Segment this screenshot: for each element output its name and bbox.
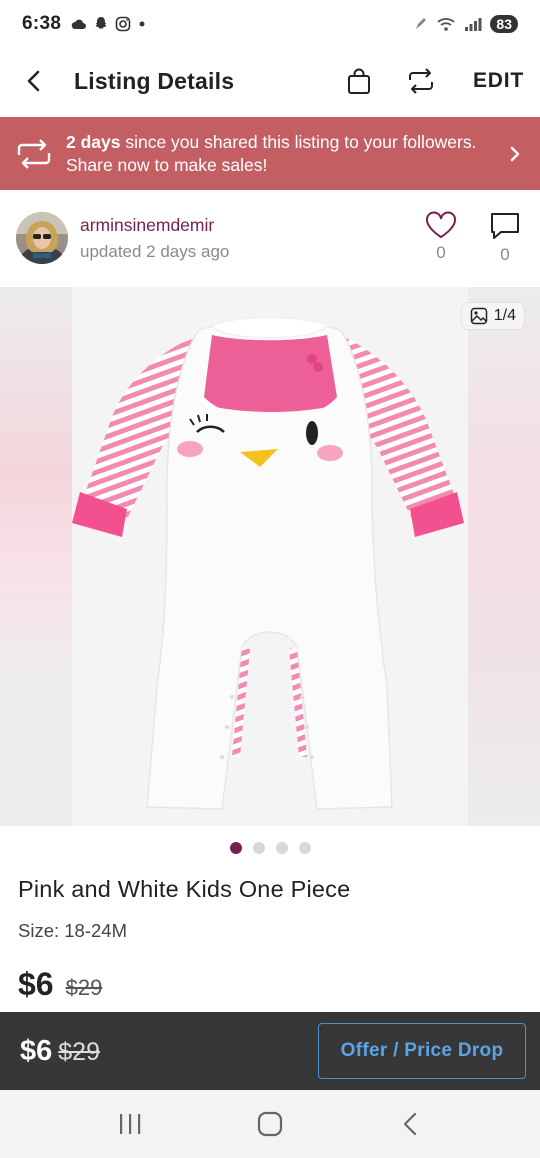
carousel-dot-2[interactable] — [252, 842, 265, 854]
page-title: Listing Details — [74, 67, 235, 94]
listing-image-carousel[interactable]: 1/4 — [0, 287, 540, 826]
chevron-right-icon — [504, 145, 526, 163]
image-blur-left — [0, 287, 72, 826]
seller-row: arminsinemdemir updated 2 days ago 0 0 — [0, 190, 540, 286]
dot-icon — [139, 21, 145, 27]
banner-message: 2 days since you shared this listing to … — [66, 131, 504, 177]
carousel-dots — [0, 842, 540, 854]
like-count: 0 — [436, 243, 446, 262]
share-button[interactable] — [403, 63, 439, 99]
current-price: $6 — [18, 966, 54, 1002]
action-bar-original-price: $29 — [58, 1037, 100, 1066]
product-size: Size: 18-24M — [18, 920, 127, 941]
photo-counter-text: 1/4 — [493, 307, 516, 324]
product-title: Pink and White Kids One Piece — [18, 876, 351, 902]
image-blur-right — [468, 287, 540, 826]
back-chevron-icon — [27, 70, 40, 92]
share-icon — [14, 134, 54, 174]
header: Listing Details EDIT — [0, 48, 540, 114]
original-price: $29 — [65, 975, 103, 1000]
seller-username[interactable]: arminsinemdemir — [80, 215, 229, 236]
recent-apps-icon — [120, 1114, 141, 1134]
heart-icon — [426, 211, 456, 239]
status-system-icons: 83 — [414, 15, 518, 33]
comment-count: 0 — [500, 245, 510, 264]
carousel-dot-4[interactable] — [298, 842, 311, 854]
back-button[interactable] — [16, 63, 52, 99]
gallery-icon — [470, 307, 487, 325]
seller-info: arminsinemdemir updated 2 days ago — [80, 215, 229, 262]
status-bar: 6:38 83 — [0, 0, 540, 48]
carousel-dot-3[interactable] — [275, 842, 288, 854]
listing-stats: 0 0 — [422, 211, 524, 265]
battery-icon: 83 — [490, 15, 518, 33]
signal-icon — [465, 18, 482, 31]
carousel-dot-1[interactable] — [229, 842, 242, 854]
banner-text: since you shared this listing to your fo… — [66, 131, 477, 175]
listing-updated-time: updated 2 days ago — [80, 241, 230, 261]
recent-apps-button[interactable] — [100, 1102, 160, 1146]
avatar[interactable] — [16, 212, 68, 264]
cart-button[interactable] — [341, 63, 377, 99]
home-button[interactable] — [240, 1102, 300, 1146]
listing-photo[interactable] — [72, 287, 468, 826]
like-button[interactable]: 0 — [422, 211, 460, 265]
share-repost-icon — [408, 68, 433, 94]
status-notification-icons — [71, 16, 147, 32]
offer-price-drop-button[interactable]: Offer / Price Drop — [318, 1023, 526, 1079]
system-nav-bar — [0, 1090, 540, 1158]
snapchat-icon — [95, 17, 107, 29]
action-bar-current-price: $6 — [20, 1034, 53, 1067]
edit-button[interactable]: EDIT — [473, 69, 524, 93]
product-price: $6 $29 — [18, 966, 102, 1003]
comment-icon — [491, 213, 519, 239]
back-nav-icon — [403, 1112, 417, 1136]
header-actions: EDIT — [341, 63, 524, 99]
photo-counter: 1/4 — [461, 303, 524, 329]
shopping-bag-icon — [347, 68, 370, 94]
pen-icon — [416, 18, 427, 29]
comment-button[interactable]: 0 — [486, 211, 524, 265]
banner-days: 2 days — [66, 131, 121, 152]
share-reminder-banner[interactable]: 2 days since you shared this listing to … — [0, 117, 540, 190]
instagram-icon — [115, 16, 131, 32]
status-time: 6:38 — [22, 13, 62, 34]
wifi-icon — [437, 18, 456, 31]
action-bar-price: $6 $29 — [20, 1035, 100, 1068]
home-icon — [257, 1111, 283, 1137]
back-nav-button[interactable] — [380, 1102, 440, 1146]
cloud-icon — [71, 19, 87, 29]
bottom-action-bar: $6 $29 Offer / Price Drop — [0, 1012, 540, 1090]
